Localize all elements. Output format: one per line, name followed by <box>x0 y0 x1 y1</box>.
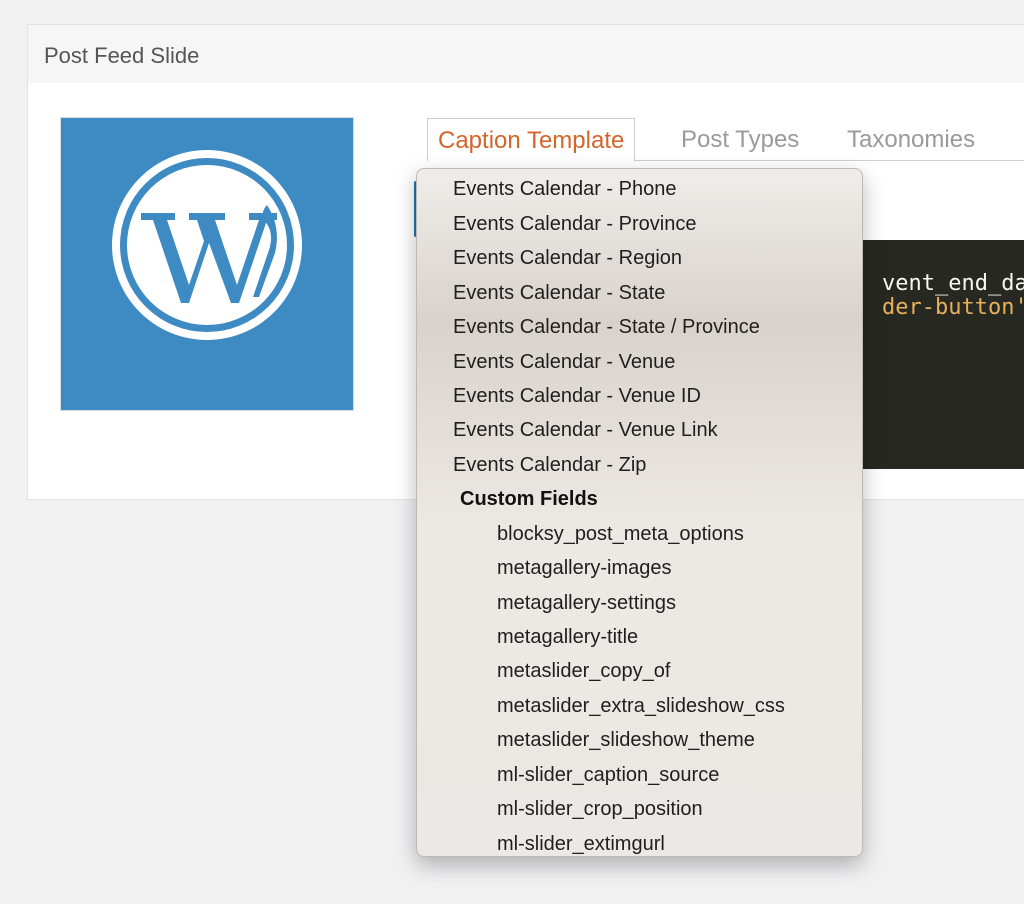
tab-caption-template[interactable]: Caption Template <box>427 118 636 162</box>
option-events-calendar-state-province[interactable]: Events Calendar - State / Province <box>453 310 862 344</box>
option-blocksy-post-meta-options[interactable]: blocksy_post_meta_options <box>497 517 862 551</box>
option-metagallery-images[interactable]: metagallery-images <box>497 551 862 585</box>
option-ml-slider-caption-source[interactable]: ml-slider_caption_source <box>497 758 862 792</box>
option-events-calendar-phone[interactable]: Events Calendar - Phone <box>453 172 862 206</box>
option-metaslider-extra-slideshow-css[interactable]: metaslider_extra_slideshow_css <box>497 689 862 723</box>
option-events-calendar-venue-id[interactable]: Events Calendar - Venue ID <box>453 379 862 413</box>
option-ml-slider-crop-position[interactable]: ml-slider_crop_position <box>497 792 862 826</box>
option-metagallery-settings[interactable]: metagallery-settings <box>497 586 862 620</box>
optgroup-custom-fields: Custom Fields <box>460 488 598 510</box>
option-events-calendar-zip[interactable]: Events Calendar - Zip <box>453 448 862 482</box>
tab-post-types[interactable]: Post Types <box>681 118 799 160</box>
option-metaslider-slideshow-theme[interactable]: metaslider_slideshow_theme <box>497 723 862 757</box>
slide-thumbnail[interactable] <box>60 117 354 411</box>
option-events-calendar-venue-link[interactable]: Events Calendar - Venue Link <box>453 413 862 447</box>
option-events-calendar-region[interactable]: Events Calendar - Region <box>453 241 862 275</box>
option-metagallery-title[interactable]: metagallery-title <box>497 620 862 654</box>
option-ml-slider-extimgurl[interactable]: ml-slider_extimgurl <box>497 827 862 856</box>
panel-title: Post Feed Slide <box>44 43 200 68</box>
option-metaslider-copy-of[interactable]: metaslider_copy_of <box>497 654 862 688</box>
panel-header: Post Feed Slide <box>28 25 1024 83</box>
field-select-dropdown[interactable]: Events Calendar - Phone Events Calendar … <box>416 168 863 857</box>
option-events-calendar-venue[interactable]: Events Calendar - Venue <box>453 345 862 379</box>
option-events-calendar-state[interactable]: Events Calendar - State <box>453 276 862 310</box>
tab-bar: Caption Template Post Types Taxonomies <box>427 118 1024 162</box>
option-events-calendar-province[interactable]: Events Calendar - Province <box>453 207 862 241</box>
code-line: vent_end_dat <box>882 271 1024 296</box>
tab-taxonomies[interactable]: Taxonomies <box>847 118 975 160</box>
code-line: der-button'> <box>882 295 1024 320</box>
wordpress-logo-icon <box>112 150 302 340</box>
